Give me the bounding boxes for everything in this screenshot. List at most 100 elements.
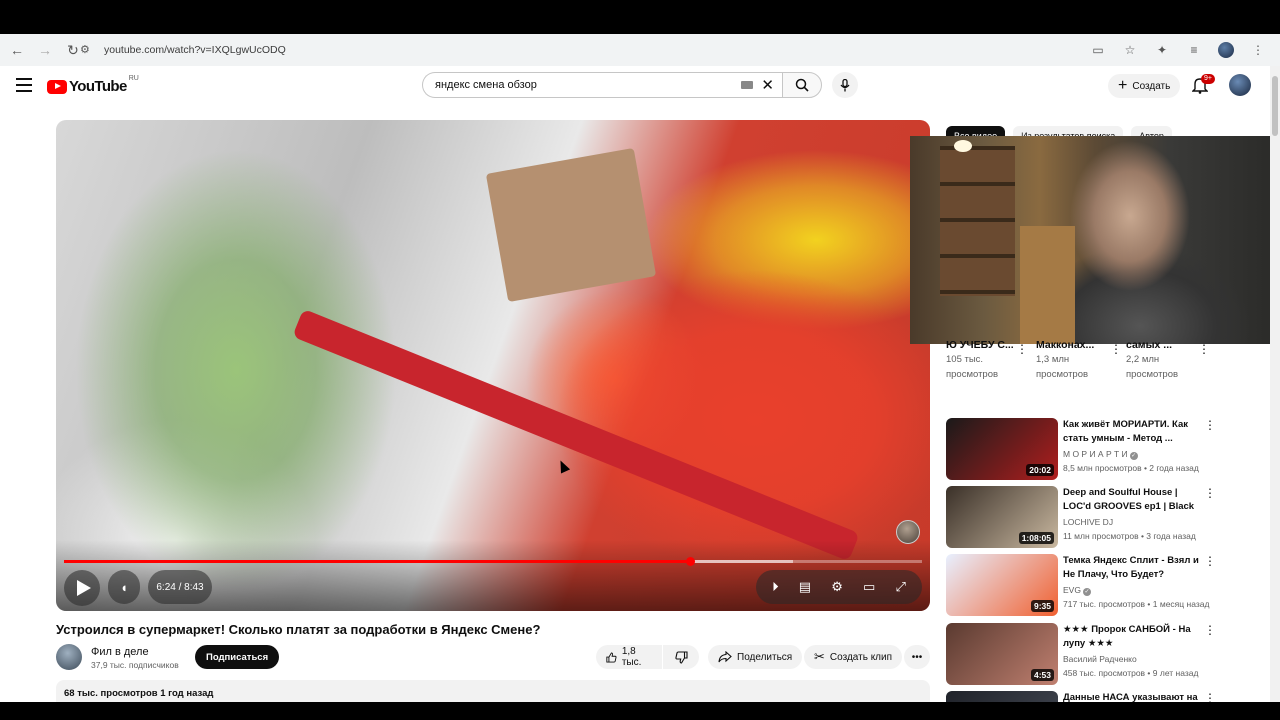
autoplay-toggle-icon[interactable]: ⏵ (772, 579, 779, 595)
youtube-page: YouTube RU яндекс смена обзор ✕ + Создат… (0, 66, 1280, 702)
kebab-icon[interactable]: ⋮ (1246, 38, 1270, 62)
youtube-logo[interactable]: YouTube RU (47, 75, 139, 95)
kebab-menu-icon[interactable]: ⋮ (1204, 623, 1216, 637)
recommendation-info: Данные НАСА указывают на (1063, 691, 1203, 702)
recommendation-title[interactable]: Deep and Soulful House | LOC'd GROOVES e… (1063, 486, 1203, 514)
recommendation-channel[interactable]: LOCHIVE DJ (1063, 515, 1203, 529)
peek-title: самых ... (1126, 339, 1173, 351)
clip-label: Создать клип (829, 651, 893, 663)
recommendation-channel[interactable]: EVG ✓ (1063, 583, 1203, 597)
kebab-menu-icon[interactable]: ⋮ (1204, 691, 1216, 702)
kebab-menu-icon[interactable]: ⋮ (1204, 418, 1216, 432)
video-player[interactable]: ◖ 6:24 / 8:43 ⏵ ▤ ⚙ ▭ ⤢ (56, 120, 930, 611)
recommendation-item[interactable]: 4:53 ★★★ Пророк САНБОЙ - На лупу ★★★ Васил… (946, 623, 1216, 685)
media-icon[interactable]: ≡ (1182, 38, 1206, 62)
peek-item[interactable]: самых ... 2,2 млн просмотров (1126, 338, 1206, 382)
scissors-icon: ✂ (814, 649, 825, 664)
video-frame-cart-handle (292, 308, 860, 562)
right-controls: ⏵ ▤ ⚙ ▭ ⤢ (756, 570, 922, 604)
description-box[interactable]: 68 тыс. просмотров 1 год назад (56, 680, 930, 702)
progress-bar[interactable] (64, 557, 922, 566)
recommendation-title[interactable]: Как живёт МОРИАРТИ. Как стать умным - Ме… (1063, 418, 1203, 446)
account-avatar[interactable] (1229, 74, 1251, 96)
recommendation-thumbnail[interactable]: 9:35 (946, 554, 1058, 616)
recommendation-meta: 11 млн просмотров • 3 года назад (1063, 531, 1196, 541)
recommendation-thumbnail[interactable]: 4:53 (946, 623, 1058, 685)
search-input[interactable]: яндекс смена обзор ✕ (422, 72, 782, 98)
subscribe-button[interactable]: Подписаться (195, 645, 280, 669)
kebab-menu-icon[interactable]: ⋮ (1204, 486, 1216, 500)
address-bar[interactable]: ⚙ youtube.com/watch?v=IXQLgwUcODQ (80, 38, 1170, 62)
page-scrollbar[interactable] (1270, 66, 1280, 702)
recommendation-item[interactable]: 9:35 Темка Яндекс Сплит - Взял и Не Плачу… (946, 554, 1216, 616)
notifications-button[interactable]: 9+ (1191, 74, 1215, 96)
dislike-button[interactable] (663, 645, 699, 669)
theater-mode-icon[interactable]: ▭ (863, 579, 875, 595)
share-icon (718, 651, 732, 663)
more-actions-button[interactable]: ••• (904, 645, 930, 669)
views-and-date: 68 тыс. просмотров 1 год назад (64, 688, 214, 699)
extensions-icon[interactable]: ✦ (1150, 38, 1174, 62)
profile-icon[interactable] (1214, 38, 1238, 62)
bookmark-icon[interactable]: ☆ (1118, 38, 1142, 62)
url-text: youtube.com/watch?v=IXQLgwUcODQ (104, 44, 286, 56)
recommendation-info: Темка Яндекс Сплит - Взял и Не Плачу, Чт… (1063, 554, 1209, 611)
peek-kebab-icon[interactable]: ⋮ (1016, 342, 1028, 356)
voice-search-button[interactable] (832, 72, 858, 98)
recommendation-item[interactable]: 1:08:05 Deep and Soulful House | LOC'd GR… (946, 486, 1216, 548)
verified-icon: ✓ (1082, 588, 1091, 596)
recommendation-title[interactable]: ★★★ Пророк САНБОЙ - На лупу ★★★ (1063, 623, 1203, 651)
peek-views: 105 тыс. (946, 354, 984, 365)
like-count: 1,8 тыс. (621, 646, 642, 668)
recommendation-meta: 8,5 млн просмотров • 2 года назад (1063, 463, 1199, 473)
browser-toolbar: ← → ↻ ⚙ youtube.com/watch?v=IXQLgwUcODQ … (0, 34, 1280, 66)
recommendation-thumbnail[interactable] (946, 691, 1058, 702)
scrollbar-thumb[interactable] (1272, 76, 1278, 136)
search-button[interactable] (782, 72, 822, 98)
peek-item[interactable]: Ю УЧЕБУ С... 105 тыс. просмотров (946, 338, 1026, 382)
menu-icon[interactable] (16, 78, 32, 92)
kebab-menu-icon[interactable]: ⋮ (1204, 554, 1216, 568)
back-icon[interactable]: ← (6, 39, 28, 61)
mic-icon (840, 78, 850, 91)
peek-item[interactable]: Макконах... 1,3 млн просмотров (1036, 338, 1116, 382)
recommendation-item[interactable]: 20:02 Как живёт МОРИАРТИ. Как стать умным… (946, 418, 1216, 480)
youtube-play-icon (47, 79, 67, 94)
channel-avatar[interactable] (56, 644, 82, 670)
create-button[interactable]: + Создать (1108, 74, 1181, 98)
install-icon[interactable]: ▭ (1086, 38, 1110, 62)
recommendation-info: Deep and Soulful House | LOC'd GROOVES e… (1063, 486, 1203, 543)
site-settings-icon[interactable]: ⚙ (80, 43, 94, 57)
recommendation-thumbnail[interactable]: 1:08:05 (946, 486, 1058, 548)
recommendation-meta: 458 тыс. просмотров • 9 лет назад (1063, 668, 1199, 678)
recommendation-title[interactable]: Данные НАСА указывают на (1063, 691, 1203, 702)
channel-name[interactable]: Фил в деле (91, 646, 149, 658)
keyboard-icon[interactable] (741, 81, 754, 89)
recommendation-channel[interactable]: М О Р И А Р Т И ✓ (1063, 447, 1203, 461)
like-button[interactable]: 1,8 тыс. (596, 645, 662, 669)
recommendation-item[interactable]: Данные НАСА указывают на ⋮ (946, 691, 1216, 702)
forward-icon[interactable]: → (34, 39, 56, 61)
channel-watermark[interactable] (896, 520, 920, 544)
subtitles-icon[interactable]: ▤ (799, 579, 811, 595)
peek-kebab-icon[interactable]: ⋮ (1110, 342, 1122, 356)
recommendation-channel[interactable]: Василий Радченко (1063, 652, 1203, 666)
settings-icon[interactable]: ⚙ (831, 579, 843, 595)
peek-views: 1,3 млн (1036, 354, 1070, 365)
play-button[interactable] (64, 570, 100, 606)
recommendation-info: Как живёт МОРИАРТИ. Как стать умным - Ме… (1063, 418, 1203, 475)
duration-badge: 9:35 (1030, 600, 1054, 612)
more-horizontal-icon: ••• (911, 651, 923, 663)
peek-kebab-icon[interactable]: ⋮ (1198, 342, 1210, 356)
create-clip-button[interactable]: ✂ Создать клип (804, 645, 903, 669)
peek-views: 2,2 млн (1126, 354, 1160, 365)
clear-search-icon[interactable]: ✕ (761, 76, 774, 94)
screen-top-bar (0, 0, 1280, 34)
fullscreen-icon[interactable]: ⤢ (895, 579, 905, 595)
video-title: Устроился в супермаркет! Сколько платят … (56, 622, 541, 637)
recommendation-title[interactable]: Темка Яндекс Сплит - Взял и Не Плачу, Чт… (1063, 554, 1203, 582)
volume-button[interactable]: ◖ (108, 570, 140, 604)
share-button[interactable]: Поделиться (708, 645, 803, 669)
peek-title: Макконах... (1036, 339, 1095, 351)
recommendation-thumbnail[interactable]: 20:02 (946, 418, 1058, 480)
